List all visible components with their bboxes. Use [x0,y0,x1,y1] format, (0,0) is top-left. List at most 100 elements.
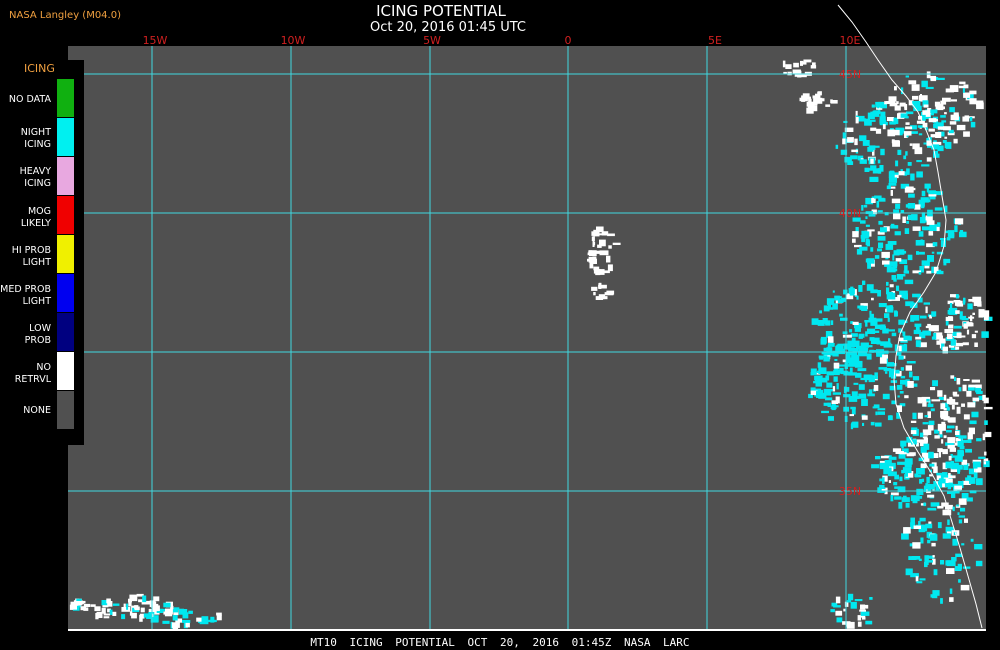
cloud-cell [833,362,840,369]
cloud-cell [882,328,889,334]
cloud-cell [876,201,880,208]
cloud-cell [903,343,907,346]
cloud-cell [940,240,946,247]
cloud-cell [930,109,938,114]
cloud-cell [948,473,951,478]
cloud-cell [968,468,975,475]
cloud-cell [858,285,863,292]
cloud-cell [83,607,89,611]
cloud-cell [827,402,831,407]
cloud-cell [893,482,898,486]
cloud-cell [976,478,983,486]
cloud-cell [970,322,974,327]
cloud-cell [955,294,959,299]
cloud-cell [971,334,977,339]
cloud-cell [941,421,946,425]
cloud-cell [149,600,156,608]
cloud-cell [887,117,895,122]
cloud-cell [948,316,953,320]
legend-label: NO RETRVL [14,362,51,385]
cloud-cell [958,515,965,518]
cloud-cell [899,476,903,482]
lat-label: 45N [839,68,861,81]
cloud-cell [955,310,960,314]
cloud-cell [867,263,871,269]
cloud-cell [984,451,987,456]
cloud-cell [904,228,910,234]
cloud-cell [912,226,921,231]
cloud-cell [922,220,927,223]
cloud-cell [591,236,595,241]
map-panel [68,46,986,630]
cloud-cell [945,461,952,469]
cloud-cell [821,410,829,414]
cloud-cell [947,310,951,315]
cloud-cell [801,95,806,102]
cloud-cell [947,425,955,429]
cloud-cell [948,455,952,461]
cloud-cell [607,233,615,237]
cloud-cell [956,124,966,131]
cloud-cell [950,339,956,346]
legend-label: HEAVY ICING [19,166,51,189]
cloud-cell [933,502,937,506]
cloud-cell [854,599,863,602]
cloud-cell [915,336,922,340]
cloud-cell [847,137,854,143]
legend-swatch [57,274,74,312]
cloud-cell [846,387,850,392]
cloud-cell [182,620,191,623]
cloud-cell [143,613,153,618]
cloud-cell [968,299,976,302]
cloud-cell [587,258,591,262]
cloud-cell [962,459,968,465]
cloud-cell [871,104,875,108]
lon-label: 5E [708,34,722,47]
cloud-cell [916,160,922,163]
cloud-cell [956,378,961,385]
cloud-cell [855,117,859,124]
cloud-cell [936,77,945,80]
cloud-cell [870,421,875,426]
cloud-cell [830,405,837,410]
cloud-cell [825,397,833,401]
cloud-cell [861,399,868,406]
cloud-cell [940,115,946,118]
cloud-cell [969,420,977,425]
cloud-cell [964,518,968,523]
cloud-cell [96,611,103,618]
cloud-cell [871,297,874,301]
cloud-cell [935,103,944,111]
cloud-cell [593,242,596,246]
cloud-cell [928,420,935,425]
cloud-cell [926,270,932,274]
cloud-cell [903,131,912,136]
cloud-cell [815,381,822,387]
cloud-cell [967,402,976,408]
cloud-cell [912,86,919,91]
cloud-cell [946,333,953,340]
cloud-cell [852,238,856,243]
cloud-cell [923,502,926,507]
cloud-cell [984,420,988,425]
cloud-cell [827,345,831,349]
cloud-cell [858,393,867,399]
cloud-cell [976,390,983,395]
cloud-cell [958,498,967,505]
cloud-cell [886,185,891,190]
cloud-cell [904,265,908,271]
cloud-cell [893,213,901,220]
cloud-cell [949,121,957,125]
cloud-cell [918,231,924,237]
cloud-cell [910,187,916,191]
cloud-cell [963,414,970,420]
cloud-cell [953,138,958,144]
cloud-cell [835,596,841,604]
cloud-cell [815,93,821,101]
cloud-cell [830,609,835,613]
cloud-cell [833,376,838,382]
cloud-cell [927,494,935,498]
cloud-cell [210,616,215,623]
cloud-cell [982,394,986,401]
cloud-cell [836,383,839,390]
